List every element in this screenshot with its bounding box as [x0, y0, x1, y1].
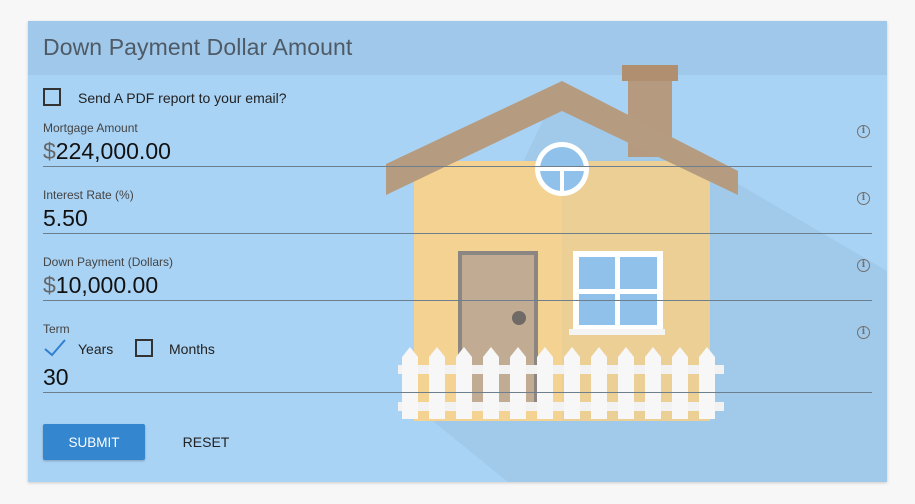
- calculator-card: Down Payment Dollar Amount Send A PDF re…: [28, 21, 887, 482]
- down-payment-value: 10,000.00: [55, 272, 159, 298]
- mortgage-amount-underline: [43, 166, 872, 167]
- reset-button[interactable]: RESET: [168, 424, 244, 460]
- info-icon[interactable]: i: [857, 192, 870, 205]
- page-title: Down Payment Dollar Amount: [43, 34, 353, 60]
- interest-rate-label: Interest Rate (%): [43, 188, 134, 202]
- down-payment-input[interactable]: $10,000.00: [43, 272, 158, 299]
- currency-prefix: $: [43, 272, 56, 298]
- card-header: Down Payment Dollar Amount: [28, 21, 887, 75]
- down-payment-underline: [43, 300, 872, 301]
- info-icon[interactable]: i: [857, 259, 870, 272]
- mortgage-amount-input[interactable]: $224,000.00: [43, 138, 171, 165]
- years-label: Years: [78, 341, 114, 357]
- term-input[interactable]: 30: [43, 364, 69, 391]
- email-report-label: Send A PDF report to your email?: [78, 90, 287, 106]
- down-payment-label: Down Payment (Dollars): [43, 255, 174, 269]
- months-checkbox[interactable]: [135, 339, 153, 357]
- years-checkbox[interactable]: [43, 338, 67, 358]
- currency-prefix: $: [43, 138, 56, 164]
- term-underline: [43, 392, 872, 393]
- mortgage-amount-value: 224,000.00: [55, 138, 171, 164]
- interest-rate-input[interactable]: 5.50: [43, 205, 88, 232]
- interest-rate-underline: [43, 233, 872, 234]
- info-icon[interactable]: i: [857, 326, 870, 339]
- mortgage-amount-label: Mortgage Amount: [43, 121, 138, 135]
- email-report-checkbox[interactable]: [43, 88, 61, 106]
- checkmark-icon: [44, 339, 66, 357]
- term-label: Term: [43, 322, 70, 336]
- months-label: Months: [169, 341, 215, 357]
- submit-button[interactable]: SUBMIT: [43, 424, 145, 460]
- info-icon[interactable]: i: [857, 125, 870, 138]
